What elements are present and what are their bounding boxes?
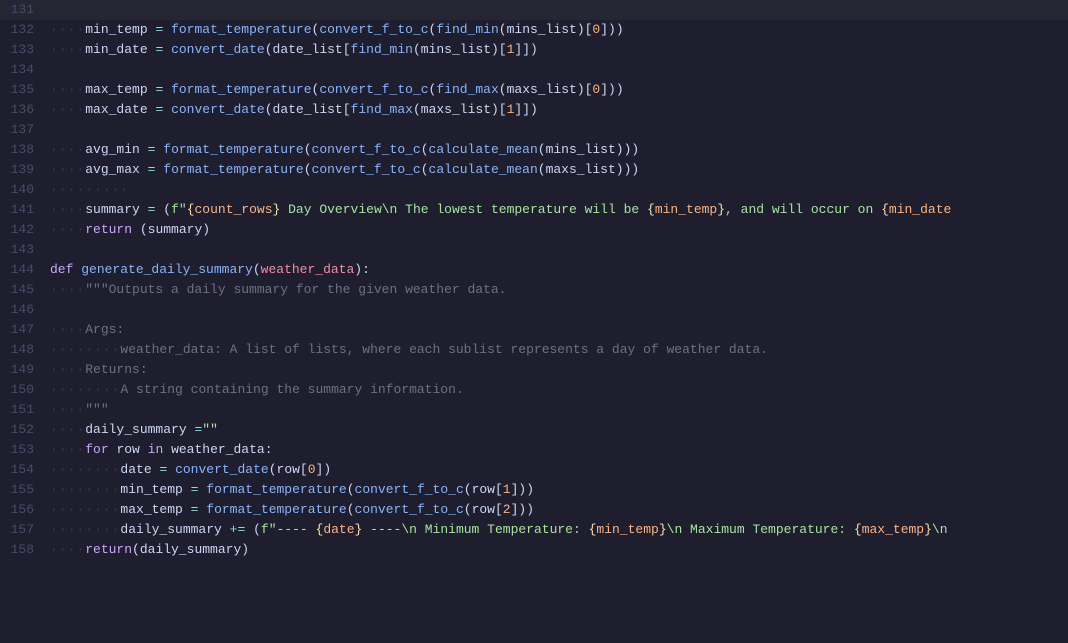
line-content: ········weather_data: A list of lists, w…: [46, 340, 1068, 360]
line-number: 153: [0, 440, 46, 460]
line-content: [46, 120, 1068, 140]
line-content: ········min_temp = format_temperature(co…: [46, 480, 1068, 500]
code-line: 157········daily_summary += (f"---- {dat…: [0, 520, 1068, 540]
line-content: [46, 60, 1068, 80]
code-line: 156········max_temp = format_temperature…: [0, 500, 1068, 520]
line-number: 138: [0, 140, 46, 160]
line-number: 137: [0, 120, 46, 140]
line-number: 134: [0, 60, 46, 80]
line-content: ····daily_summary ="": [46, 420, 1068, 440]
line-content: [46, 240, 1068, 260]
code-line: 154········date = convert_date(row[0]): [0, 460, 1068, 480]
line-content: ····return (summary): [46, 220, 1068, 240]
code-line: 139····avg_max = format_temperature(conv…: [0, 160, 1068, 180]
code-line: 151····""": [0, 400, 1068, 420]
code-line: 138····avg_min = format_temperature(conv…: [0, 140, 1068, 160]
code-line: 158····return(daily_summary): [0, 540, 1068, 560]
code-line: 152····daily_summary ="": [0, 420, 1068, 440]
line-content: [46, 300, 1068, 320]
line-number: 133: [0, 40, 46, 60]
line-number: 154: [0, 460, 46, 480]
line-content: ····Args:: [46, 320, 1068, 340]
line-content: ····min_date = convert_date(date_list[fi…: [46, 40, 1068, 60]
line-content: ········daily_summary += (f"---- {date} …: [46, 520, 1068, 540]
line-content: ····min_temp = format_temperature(conver…: [46, 20, 1068, 40]
line-content: ····for row in weather_data:: [46, 440, 1068, 460]
code-line: 149····Returns:: [0, 360, 1068, 380]
code-line: 153····for row in weather_data:: [0, 440, 1068, 460]
line-number: 158: [0, 540, 46, 560]
line-number: 147: [0, 320, 46, 340]
line-number: 139: [0, 160, 46, 180]
line-number: 146: [0, 300, 46, 320]
line-content: ····""": [46, 400, 1068, 420]
code-line: 137: [0, 120, 1068, 140]
line-content: ····summary = (f"{count_rows} Day Overvi…: [46, 200, 1068, 220]
code-line: 133····min_date = convert_date(date_list…: [0, 40, 1068, 60]
line-number: 144: [0, 260, 46, 280]
line-content: ····Returns:: [46, 360, 1068, 380]
code-editor: 131 132····min_temp = format_temperature…: [0, 0, 1068, 560]
line-number: 141: [0, 200, 46, 220]
code-line: 148········weather_data: A list of lists…: [0, 340, 1068, 360]
line-number: 155: [0, 480, 46, 500]
code-line: 144def generate_daily_summary(weather_da…: [0, 260, 1068, 280]
line-number: 157: [0, 520, 46, 540]
line-number: 142: [0, 220, 46, 240]
code-line: 145····"""Outputs a daily summary for th…: [0, 280, 1068, 300]
code-line: 132····min_temp = format_temperature(con…: [0, 20, 1068, 40]
code-line: 142····return (summary): [0, 220, 1068, 240]
code-line: 135····max_temp = format_temperature(con…: [0, 80, 1068, 100]
code-line: 131: [0, 0, 1068, 20]
line-content: ····avg_max = format_temperature(convert…: [46, 160, 1068, 180]
line-content: [46, 0, 1068, 20]
line-number: 145: [0, 280, 46, 300]
code-line: 143: [0, 240, 1068, 260]
line-content: ········date = convert_date(row[0]): [46, 460, 1068, 480]
line-number: 132: [0, 20, 46, 40]
code-line: 141····summary = (f"{count_rows} Day Ove…: [0, 200, 1068, 220]
line-number: 131: [0, 0, 46, 20]
code-line: 150········A string containing the summa…: [0, 380, 1068, 400]
line-number: 156: [0, 500, 46, 520]
line-number: 135: [0, 80, 46, 100]
line-number: 140: [0, 180, 46, 200]
code-line: 155········min_temp = format_temperature…: [0, 480, 1068, 500]
code-line: 146: [0, 300, 1068, 320]
line-content: ····avg_min = format_temperature(convert…: [46, 140, 1068, 160]
code-line: 147····Args:: [0, 320, 1068, 340]
code-line: 134: [0, 60, 1068, 80]
line-number: 150: [0, 380, 46, 400]
line-number: 143: [0, 240, 46, 260]
line-content: ····max_date = convert_date(date_list[fi…: [46, 100, 1068, 120]
line-content: ·········: [46, 180, 1068, 200]
code-line: 140·········: [0, 180, 1068, 200]
line-number: 149: [0, 360, 46, 380]
line-content: ········A string containing the summary …: [46, 380, 1068, 400]
line-content: ····"""Outputs a daily summary for the g…: [46, 280, 1068, 300]
line-number: 136: [0, 100, 46, 120]
line-number: 151: [0, 400, 46, 420]
code-line: 136····max_date = convert_date(date_list…: [0, 100, 1068, 120]
line-content: ····max_temp = format_temperature(conver…: [46, 80, 1068, 100]
line-number: 148: [0, 340, 46, 360]
line-content: ····return(daily_summary): [46, 540, 1068, 560]
line-number: 152: [0, 420, 46, 440]
line-content: def generate_daily_summary(weather_data)…: [46, 260, 1068, 280]
line-content: ········max_temp = format_temperature(co…: [46, 500, 1068, 520]
